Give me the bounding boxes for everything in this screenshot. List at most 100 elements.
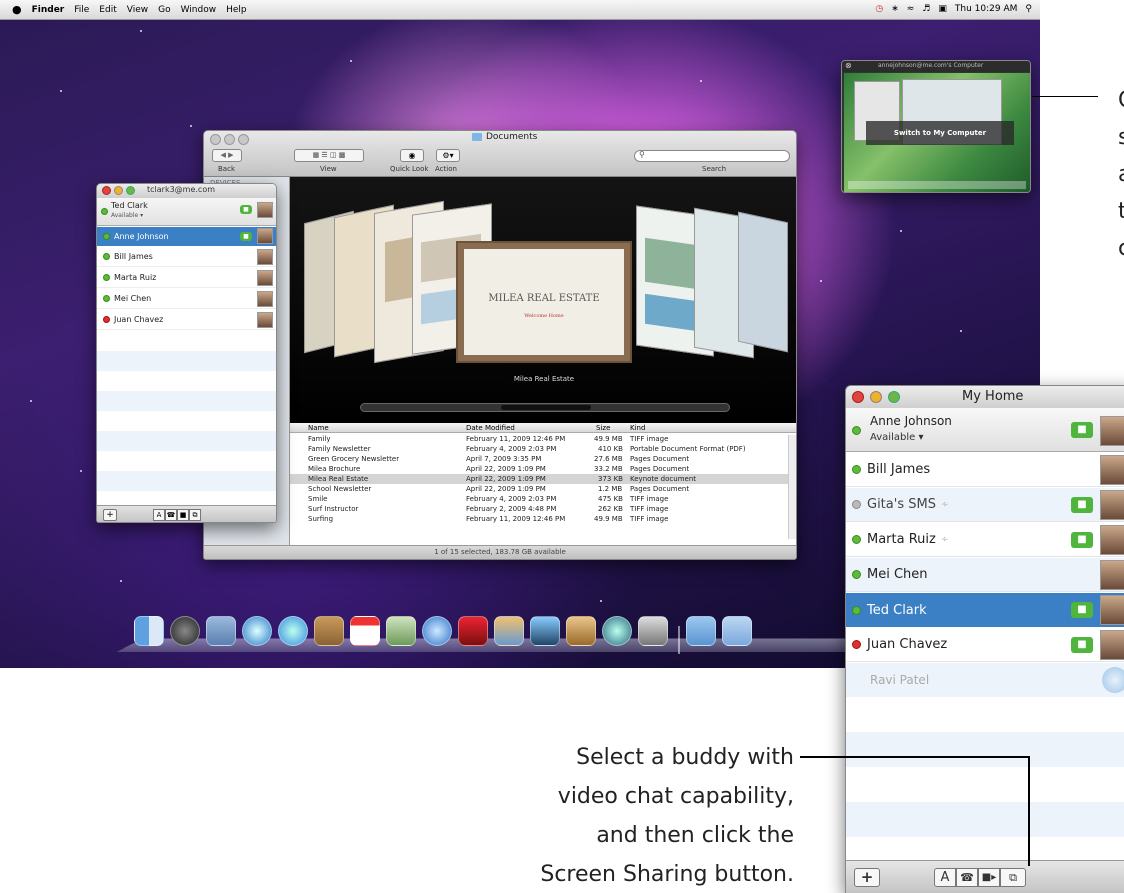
buddy-row-mei-chen[interactable]: Mei Chen bbox=[97, 289, 276, 309]
menu-view[interactable]: View bbox=[127, 5, 148, 15]
zoom-button[interactable] bbox=[888, 391, 900, 403]
buddy-row-marta-ruiz[interactable]: Marta Ruiz ∻ ■ bbox=[846, 523, 1124, 557]
back-forward-buttons[interactable]: ◀ ▶ bbox=[212, 149, 242, 162]
my-status-menu[interactable]: Available ▾ bbox=[111, 212, 143, 219]
documents-folder-dock-icon[interactable] bbox=[722, 616, 752, 646]
buddy-row-mei-chen[interactable]: Mei Chen bbox=[846, 558, 1124, 592]
audio-chat-button[interactable]: ☎ bbox=[165, 509, 177, 521]
video-camera-icon[interactable]: ■ bbox=[1071, 422, 1093, 438]
column-name[interactable]: Name bbox=[308, 424, 329, 432]
column-size[interactable]: Size bbox=[596, 424, 610, 432]
video-chat-button[interactable]: ■▸ bbox=[978, 868, 1000, 887]
photo-booth-dock-icon[interactable] bbox=[458, 616, 488, 646]
dashboard-dock-icon[interactable] bbox=[170, 616, 200, 646]
zoom-button[interactable] bbox=[238, 134, 249, 145]
column-date-modified[interactable]: Date Modified bbox=[466, 424, 515, 432]
imovie-dock-icon[interactable] bbox=[530, 616, 560, 646]
time-machine-icon[interactable]: ◷ bbox=[875, 4, 883, 14]
ical-dock-icon[interactable] bbox=[350, 616, 380, 646]
apple-menu-icon[interactable]: ● bbox=[12, 3, 22, 16]
file-row[interactable]: Milea Brochure April 22, 2009 1:09 PM 33.2… bbox=[290, 464, 796, 474]
applications-folder-dock-icon[interactable] bbox=[686, 616, 716, 646]
file-row[interactable]: Family Newsletter February 4, 2009 2:03 P… bbox=[290, 444, 796, 454]
menu-finder[interactable]: Finder bbox=[32, 5, 65, 15]
column-kind[interactable]: Kind bbox=[630, 424, 645, 432]
my-avatar[interactable] bbox=[257, 202, 273, 218]
video-camera-icon[interactable]: ■ bbox=[240, 232, 252, 241]
ichat-dock-icon[interactable] bbox=[278, 616, 308, 646]
cover-flow-scrollbar[interactable] bbox=[360, 403, 730, 412]
audio-chat-button[interactable]: ☎ bbox=[956, 868, 978, 887]
video-camera-icon[interactable]: ■ bbox=[1071, 497, 1093, 513]
preview-dock-icon[interactable] bbox=[386, 616, 416, 646]
search-field[interactable]: ⚲ bbox=[634, 150, 790, 162]
cover-flow-selected-card[interactable]: MILEA REAL ESTATE Welcome Home bbox=[456, 241, 632, 363]
action-button[interactable]: ⚙▾ bbox=[436, 149, 460, 162]
my-avatar[interactable] bbox=[1100, 416, 1124, 446]
file-list-scrollbar[interactable] bbox=[788, 435, 796, 539]
close-button[interactable] bbox=[102, 186, 111, 195]
screen-sharing-button[interactable]: ⧉ bbox=[189, 509, 201, 521]
my-status-menu[interactable]: Available ▾ bbox=[870, 432, 923, 443]
battery-icon[interactable]: ▣ bbox=[938, 4, 947, 14]
file-row[interactable]: Smile February 4, 2009 2:03 PM 475 KB TIFF … bbox=[290, 494, 796, 504]
cover-flow-item[interactable] bbox=[738, 211, 788, 353]
system-preferences-dock-icon[interactable] bbox=[638, 616, 668, 646]
buddy-row-ted-clark[interactable]: Ted Clark ■ bbox=[846, 593, 1124, 627]
buddy-row-juan-chavez[interactable]: Juan Chavez ■ bbox=[846, 628, 1124, 662]
minimize-button[interactable] bbox=[870, 391, 882, 403]
buddy-row-anne-johnson[interactable]: Anne Johnson ■ bbox=[97, 227, 276, 246]
file-row[interactable]: Surfing February 11, 2009 12:46 PM 49.9 MB… bbox=[290, 514, 796, 524]
file-row[interactable]: Green Grocery Newsletter April 7, 2009 3:… bbox=[290, 454, 796, 464]
video-camera-icon[interactable]: ■ bbox=[240, 205, 252, 214]
close-button[interactable] bbox=[852, 391, 864, 403]
add-buddy-button[interactable]: + bbox=[103, 509, 117, 521]
buddy-row-bill-james[interactable]: Bill James bbox=[97, 247, 276, 267]
add-buddy-button[interactable]: + bbox=[854, 868, 880, 887]
zoom-button[interactable] bbox=[126, 186, 135, 195]
wifi-icon[interactable]: ≈ bbox=[907, 4, 915, 14]
safari-dock-icon[interactable] bbox=[242, 616, 272, 646]
buddy-row-juan-chavez[interactable]: Juan Chavez bbox=[97, 310, 276, 330]
video-camera-icon[interactable]: ■ bbox=[1071, 532, 1093, 548]
text-chat-button[interactable]: A bbox=[153, 509, 165, 521]
mail-dock-icon[interactable] bbox=[206, 616, 236, 646]
file-row[interactable]: Family February 11, 2009 12:46 PM 49.9 MB T… bbox=[290, 434, 796, 444]
finder-dock-icon[interactable] bbox=[134, 616, 164, 646]
buddy-row-ravi-patel[interactable]: Ravi Patel bbox=[846, 663, 1124, 697]
available-status-icon bbox=[101, 208, 108, 215]
buddy-row-marta-ruiz[interactable]: Marta Ruiz bbox=[97, 268, 276, 288]
file-row-selected[interactable]: Milea Real Estate April 22, 2009 1:09 PM 3… bbox=[290, 474, 796, 484]
bluetooth-icon[interactable]: ∗ bbox=[891, 4, 899, 14]
file-row[interactable]: School Newsletter April 22, 2009 1:09 PM 1… bbox=[290, 484, 796, 494]
menu-go[interactable]: Go bbox=[158, 5, 170, 15]
itunes-dock-icon[interactable] bbox=[422, 616, 452, 646]
text-chat-button[interactable]: A bbox=[934, 868, 956, 887]
menu-edit[interactable]: Edit bbox=[99, 5, 116, 15]
minimize-button[interactable] bbox=[224, 134, 235, 145]
volume-icon[interactable]: ♬ bbox=[922, 4, 930, 14]
video-camera-icon[interactable]: ■ bbox=[1071, 602, 1093, 618]
close-button[interactable] bbox=[210, 134, 221, 145]
view-buttons[interactable]: ▦ ☰ ◫ ▩ bbox=[294, 149, 364, 162]
switch-to-my-computer-button[interactable]: Switch to My Computer bbox=[866, 121, 1014, 145]
quick-look-button[interactable]: ◉ bbox=[400, 149, 424, 162]
menu-file[interactable]: File bbox=[74, 5, 89, 15]
video-camera-icon[interactable]: ■ bbox=[1071, 637, 1093, 653]
video-chat-button[interactable]: ■ bbox=[177, 509, 189, 521]
buddy-row-bill-james[interactable]: Bill James bbox=[846, 453, 1124, 487]
garageband-dock-icon[interactable] bbox=[566, 616, 596, 646]
cover-flow-caption: Milea Real Estate bbox=[513, 375, 575, 383]
menubar-clock[interactable]: Thu 10:29 AM bbox=[955, 4, 1018, 14]
spotlight-icon[interactable]: ⚲ bbox=[1025, 4, 1032, 14]
buddy-row-gitas-sms[interactable]: Gita's SMS ∻ ■ bbox=[846, 488, 1124, 522]
menu-window[interactable]: Window bbox=[181, 5, 217, 15]
screen-sharing-button[interactable]: ⧉ bbox=[1000, 868, 1026, 887]
close-icon[interactable]: ⊗ bbox=[845, 61, 852, 70]
menu-help[interactable]: Help bbox=[226, 5, 247, 15]
address-book-dock-icon[interactable] bbox=[314, 616, 344, 646]
time-machine-dock-icon[interactable] bbox=[602, 616, 632, 646]
file-row[interactable]: Surf Instructor February 2, 2009 4:48 PM 2… bbox=[290, 504, 796, 514]
minimize-button[interactable] bbox=[114, 186, 123, 195]
iphoto-dock-icon[interactable] bbox=[494, 616, 524, 646]
